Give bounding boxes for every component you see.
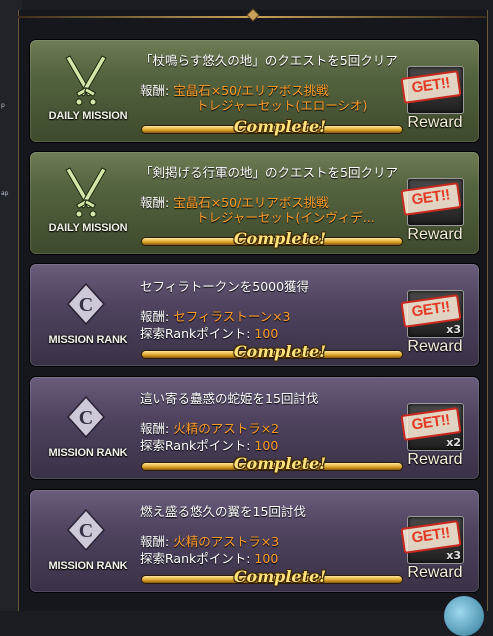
reward-value: 宝晶石×50/エリアボス挑戦 bbox=[173, 195, 329, 210]
mission-reward: 報酬: 宝晶石×50/エリアボス挑戦 bbox=[140, 83, 329, 98]
rank-points: 探索Rankポイント: 100 bbox=[140, 438, 278, 453]
daily-mission-emblem: DAILY MISSION bbox=[38, 54, 134, 134]
crossed-swords-icon bbox=[65, 55, 107, 106]
mission-card: C MISSION RANK 燃え盛る悠久の翼を15回討伐 報酬: 火精のアスト… bbox=[30, 490, 479, 592]
mission-rank-emblem: C MISSION RANK bbox=[38, 504, 134, 584]
complete-label: Complete! bbox=[233, 229, 327, 248]
complete-label: Complete! bbox=[233, 117, 327, 136]
reward-button[interactable]: Reward bbox=[400, 564, 470, 582]
crossed-swords-icon bbox=[65, 167, 107, 218]
reward-button[interactable]: Reward bbox=[400, 338, 470, 356]
mission-title: 這い寄る蠱惑の蛇姫を15回討伐 bbox=[140, 391, 319, 406]
reward-prefix: 報酬: bbox=[140, 534, 174, 549]
reward-prefix: 報酬: bbox=[140, 421, 174, 436]
svg-text:C: C bbox=[79, 520, 93, 542]
reward-prefix: 報酬: bbox=[140, 309, 174, 324]
reward-value: 宝晶石×50/エリアボス挑戦 bbox=[173, 83, 329, 98]
emblem-label: MISSION RANK bbox=[48, 334, 128, 346]
mission-reward: 報酬: セフィラストーン×3 bbox=[140, 309, 291, 324]
reward-multiplier: x3 bbox=[446, 323, 461, 336]
rank-points: 探索Rankポイント: 100 bbox=[140, 551, 278, 566]
emblem-label: MISSION RANK bbox=[48, 560, 128, 572]
points-value: 100 bbox=[254, 551, 279, 566]
complete-label: Complete! bbox=[233, 342, 327, 361]
mission-reward: 報酬: 火精のアストラ×2 bbox=[140, 421, 279, 436]
emblem-label: DAILY MISSION bbox=[48, 222, 128, 234]
rank-c-icon: C bbox=[66, 282, 106, 326]
reward-button[interactable]: Reward bbox=[400, 451, 470, 469]
svg-text:C: C bbox=[79, 407, 93, 429]
left-strip-text: ap bbox=[1, 190, 9, 197]
rank-c-icon: C bbox=[66, 508, 106, 552]
reward-prefix: 報酬: bbox=[140, 195, 174, 210]
reward-value: 火精のアストラ×3 bbox=[173, 534, 280, 549]
mission-title: 燃え盛る悠久の翼を15回討伐 bbox=[140, 504, 306, 519]
daily-mission-emblem: DAILY MISSION bbox=[38, 166, 134, 246]
mission-rank-emblem: C MISSION RANK bbox=[38, 391, 134, 471]
mission-card: C MISSION RANK 這い寄る蠱惑の蛇姫を15回討伐 報酬: 火精のアス… bbox=[30, 377, 479, 479]
reward-value: 火精のアストラ×2 bbox=[173, 421, 280, 436]
mission-title: 「剣掲げる行軍の地」のクエストを5回クリア bbox=[140, 165, 398, 180]
reward-button[interactable]: Reward bbox=[400, 114, 470, 132]
rank-points: 探索Rankポイント: 100 bbox=[140, 326, 278, 341]
complete-label: Complete! bbox=[233, 454, 327, 473]
rank-c-icon: C bbox=[66, 395, 106, 439]
points-prefix: 探索Rankポイント: bbox=[140, 551, 255, 566]
reward-prefix: 報酬: bbox=[140, 83, 174, 98]
mission-card: DAILY MISSION 「杖鳴らす悠久の地」のクエストを5回クリア 報酬: … bbox=[30, 40, 479, 142]
left-strip-text: p bbox=[1, 102, 5, 109]
reward-multiplier: x3 bbox=[446, 549, 461, 562]
corner-menu-button[interactable] bbox=[444, 596, 484, 636]
mission-reward: 報酬: 宝晶石×50/エリアボス挑戦 bbox=[140, 195, 329, 210]
points-value: 100 bbox=[254, 326, 279, 341]
mission-rank-emblem: C MISSION RANK bbox=[38, 278, 134, 358]
points-prefix: 探索Rankポイント: bbox=[140, 438, 255, 453]
ornament-gem-icon bbox=[246, 8, 260, 22]
mission-reward: 報酬: 火精のアストラ×3 bbox=[140, 534, 279, 549]
points-value: 100 bbox=[254, 438, 279, 453]
points-prefix: 探索Rankポイント: bbox=[140, 326, 255, 341]
reward-button[interactable]: Reward bbox=[400, 226, 470, 244]
emblem-label: MISSION RANK bbox=[48, 447, 128, 459]
mission-card: DAILY MISSION 「剣掲げる行軍の地」のクエストを5回クリア 報酬: … bbox=[30, 152, 479, 254]
reward-value-line2: トレジャーセット(エローシオ) bbox=[196, 98, 368, 113]
mission-title: セフィラトークンを5000獲得 bbox=[140, 279, 310, 294]
reward-value: セフィラストーン×3 bbox=[173, 309, 291, 324]
svg-text:C: C bbox=[79, 294, 93, 316]
complete-label: Complete! bbox=[233, 567, 327, 586]
emblem-label: DAILY MISSION bbox=[48, 110, 128, 122]
reward-value-line2: トレジャーセット(インヴィデ... bbox=[196, 210, 375, 225]
reward-multiplier: x2 bbox=[446, 436, 461, 449]
mission-card: C MISSION RANK セフィラトークンを5000獲得 報酬: セフィラス… bbox=[30, 264, 479, 366]
mission-title: 「杖鳴らす悠久の地」のクエストを5回クリア bbox=[140, 53, 398, 68]
